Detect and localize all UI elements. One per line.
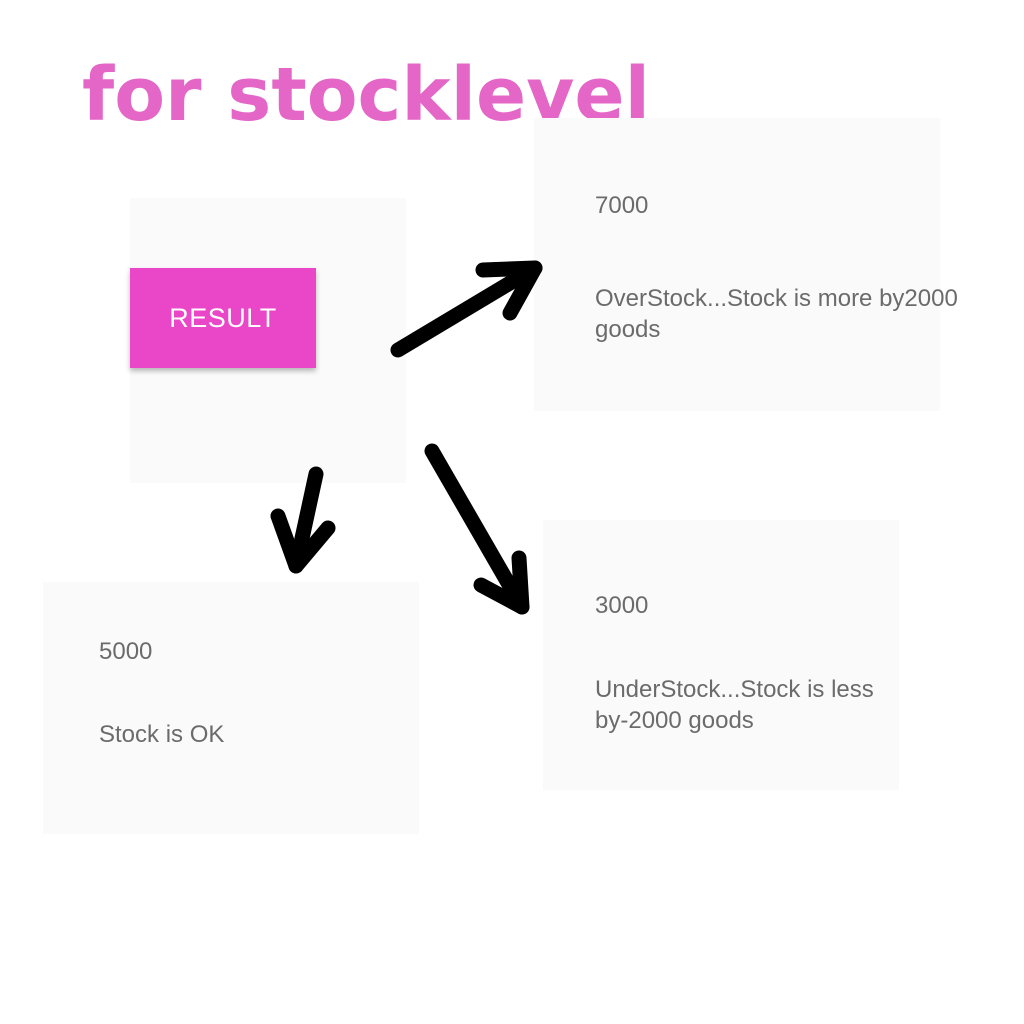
ok-value: 5000 [99, 638, 153, 665]
overstock-value: 7000 [595, 192, 649, 219]
understock-message-line2: by-2000 goods [595, 707, 754, 734]
result-panel: RESULT [130, 198, 406, 483]
understock-message: UnderStock...Stock is less by-2000 goods [595, 674, 874, 736]
result-button[interactable]: RESULT [130, 268, 316, 368]
arrow-to-overstock-icon [390, 260, 543, 358]
understock-message-line1: UnderStock...Stock is less [595, 676, 874, 703]
arrow-to-understock-icon [424, 443, 530, 615]
understock-value: 3000 [595, 592, 649, 619]
ok-output-panel: 5000 Stock is OK [43, 582, 419, 834]
overstock-message-line2: goods [595, 316, 661, 343]
understock-output-panel: 3000 UnderStock...Stock is less by-2000 … [543, 520, 899, 790]
stock-level-page: for stocklevel RESULT 7000 OverStock...S… [0, 0, 1024, 1024]
ok-message: Stock is OK [99, 721, 225, 748]
overstock-message-line1: OverStock...Stock is more by2000 [595, 285, 958, 312]
arrow-to-ok-icon [270, 466, 336, 574]
overstock-output-panel: 7000 OverStock...Stock is more by2000 go… [534, 118, 958, 411]
overstock-message: OverStock...Stock is more by2000 goods [595, 283, 958, 345]
